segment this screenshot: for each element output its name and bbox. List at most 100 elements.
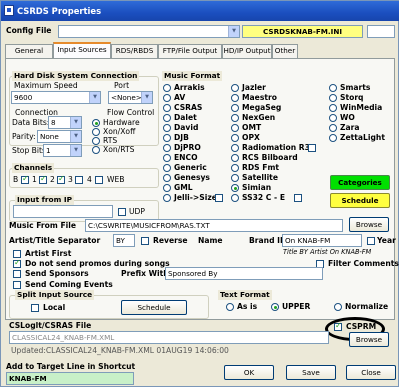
chevron-down-icon[interactable]: ▼ [70, 145, 81, 156]
coming-events-checkbox[interactable] [13, 281, 21, 289]
format-radio[interactable] [329, 134, 337, 142]
format-radio[interactable] [163, 104, 171, 112]
no-promos-checkbox[interactable] [13, 258, 21, 268]
format-label: SS32 C - E [242, 193, 286, 202]
split-schedule-button[interactable]: Schedule [121, 300, 187, 315]
max-speed-select[interactable]: 9600 ▼ [11, 91, 101, 104]
channel-4-label: 4 [87, 175, 92, 184]
format-radio[interactable] [329, 114, 337, 122]
input-ip-field[interactable] [13, 205, 113, 218]
channel-2-checkbox[interactable] [57, 174, 65, 184]
data-bits-select[interactable]: 8 ▼ [48, 116, 82, 129]
format-label: DJB [174, 133, 189, 142]
cslog-browse-button[interactable]: Browse [349, 332, 389, 347]
format-radio[interactable] [163, 174, 171, 182]
format-radio[interactable] [231, 174, 239, 182]
flow-xonrts-radio[interactable] [92, 146, 100, 154]
ss32-checkbox[interactable] [294, 194, 302, 202]
channel-1-checkbox[interactable] [39, 174, 47, 184]
format-radio[interactable] [163, 114, 171, 122]
format-label: Satellite [242, 173, 278, 182]
flow-hardware-radio[interactable] [92, 119, 100, 127]
format-label: RCS Bilboard [242, 153, 298, 162]
config-extra-field[interactable] [367, 25, 395, 38]
save-button[interactable]: Save [286, 365, 336, 380]
format-radio[interactable] [163, 144, 171, 152]
format-radio[interactable] [231, 144, 239, 152]
chevron-down-icon[interactable]: ▼ [70, 117, 81, 128]
parity-select[interactable]: None ▼ [37, 130, 82, 143]
format-radio[interactable] [231, 124, 239, 132]
channel-b-checkbox[interactable] [21, 174, 29, 184]
format-radio[interactable] [231, 194, 239, 202]
format-radio[interactable] [231, 104, 239, 112]
as-is-radio[interactable] [226, 303, 234, 311]
chevron-down-icon[interactable]: ▼ [70, 131, 81, 142]
tab-rds-rbds[interactable]: RDS/RBDS [111, 44, 158, 58]
ok-button[interactable]: OK [224, 365, 274, 380]
udp-checkbox[interactable] [118, 208, 126, 216]
format-label: OPX [242, 133, 260, 142]
prefix-field[interactable]: Sponsored By [165, 267, 323, 280]
stop-bits-select[interactable]: 1 ▼ [43, 144, 82, 157]
flow-xonrts-label: Xon/RTS [103, 145, 135, 154]
chevron-down-icon[interactable]: ▼ [228, 26, 239, 37]
format-radio[interactable] [163, 194, 171, 202]
format-radio[interactable] [163, 184, 171, 192]
format-radio[interactable] [231, 154, 239, 162]
format-radio[interactable] [163, 134, 171, 142]
chevron-down-icon[interactable]: ▼ [141, 92, 152, 103]
hard-disk-title: Hard Disk System Connection [12, 71, 140, 81]
max-speed-value: 9600 [14, 93, 33, 102]
format-radio[interactable] [231, 164, 239, 172]
format-radio[interactable] [163, 84, 171, 92]
categories-button[interactable]: Categories [330, 175, 390, 190]
reverse-name-checkbox[interactable] [141, 237, 149, 245]
separator-field[interactable]: BY [113, 234, 135, 247]
jelli-size-checkbox[interactable] [215, 194, 223, 202]
flow-xonxoff-radio[interactable] [92, 128, 100, 136]
schedule-button[interactable]: Schedule [330, 193, 390, 208]
config-file-combo[interactable]: ▼ [58, 25, 240, 38]
tab-input-sources[interactable]: Input Sources [53, 42, 111, 58]
year-checkbox[interactable] [367, 237, 375, 245]
tab-hd-ip-output[interactable]: HD/IP Output [222, 44, 272, 58]
tab-other[interactable]: Other [272, 44, 298, 58]
format-radio[interactable] [231, 114, 239, 122]
format-radio[interactable] [231, 184, 239, 192]
normalize-radio[interactable] [334, 303, 342, 311]
close-button[interactable]: Close [346, 365, 396, 380]
brand-id-field[interactable]: On KNAB-FM [282, 234, 362, 247]
format-radio[interactable] [329, 94, 337, 102]
title-bar: CSRDS Properties [1, 1, 399, 21]
send-sponsors-checkbox[interactable] [13, 270, 21, 278]
shortcut-field[interactable]: KNAB-FM [6, 372, 134, 385]
format-radio[interactable] [329, 84, 337, 92]
chevron-down-icon[interactable]: ▼ [89, 92, 100, 103]
format-label: WinMedia [340, 103, 383, 112]
format-radio[interactable] [163, 94, 171, 102]
radiomation-checkbox[interactable] [308, 144, 316, 152]
music-file-browse-button[interactable]: Browse [349, 217, 389, 232]
local-checkbox[interactable] [31, 304, 39, 312]
format-radio[interactable] [231, 84, 239, 92]
music-file-field[interactable]: C:\CSWRITE\MUSICFROM\RAS.TXT [85, 219, 343, 232]
format-radio[interactable] [163, 164, 171, 172]
format-radio[interactable] [231, 94, 239, 102]
format-radio[interactable] [329, 104, 337, 112]
format-label: DjPRO [174, 143, 201, 152]
port-select[interactable]: <None> ▼ [108, 91, 153, 104]
channel-3-checkbox[interactable] [75, 176, 83, 184]
artist-first-checkbox[interactable] [13, 250, 21, 258]
format-radio[interactable] [163, 154, 171, 162]
cslog-field[interactable]: CLASSICAL24_KNAB-FM.XML [9, 331, 329, 344]
format-radio[interactable] [231, 134, 239, 142]
format-radio[interactable] [163, 124, 171, 132]
upper-radio[interactable] [271, 303, 279, 311]
format-label: Zara [340, 123, 360, 132]
flow-rts-radio[interactable] [92, 137, 100, 145]
channel-web-checkbox[interactable] [95, 176, 103, 184]
format-radio[interactable] [329, 124, 337, 132]
tab-general[interactable]: General [5, 44, 53, 58]
tab-ftp-file-output[interactable]: FTP/File Output [158, 44, 222, 58]
